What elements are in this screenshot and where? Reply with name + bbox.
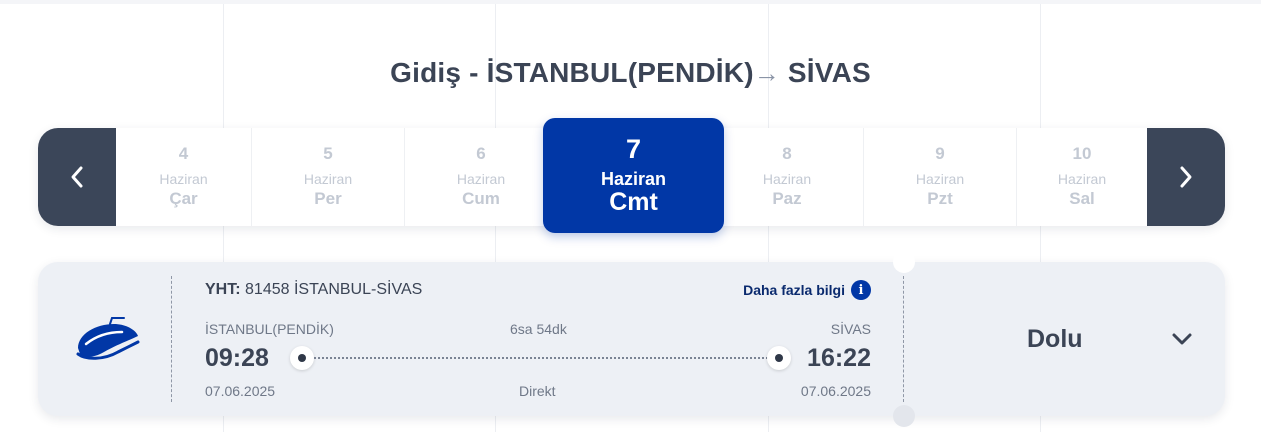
- arrival-point-icon: [767, 346, 791, 370]
- day-month: Haziran: [456, 171, 506, 187]
- date-option[interactable]: 8 Haziran Paz: [710, 128, 863, 226]
- destination-station: SİVAS: [787, 57, 871, 88]
- info-icon: i: [851, 280, 871, 300]
- date-option[interactable]: 6 Haziran Cum: [404, 128, 557, 226]
- day-number: 7: [625, 134, 642, 164]
- day-month: Haziran: [600, 169, 667, 189]
- route-arrow-icon: →: [753, 58, 780, 88]
- origin-station: İSTANBUL(PENDİK): [486, 57, 754, 88]
- day-weekday: Çar: [169, 189, 198, 208]
- ticket-notch: [893, 251, 915, 273]
- more-info-link[interactable]: Daha fazla bilgi i: [743, 280, 871, 300]
- chevron-left-icon: [71, 166, 83, 188]
- day-month: Haziran: [1057, 171, 1107, 187]
- day-number: 4: [178, 144, 189, 163]
- departure-time: 09:28: [205, 344, 269, 372]
- arrival-date: 07.06.2025: [800, 383, 871, 399]
- day-weekday: Per: [314, 189, 342, 208]
- train-type: YHT:: [205, 281, 241, 298]
- divider: [903, 276, 904, 402]
- day-month: Haziran: [303, 171, 353, 187]
- more-info-label: Daha fazla bilgi: [743, 282, 845, 298]
- departure-date: 07.06.2025: [205, 383, 276, 399]
- day-number: 9: [935, 144, 945, 163]
- next-date-button[interactable]: [1147, 128, 1225, 226]
- day-number: 6: [476, 144, 486, 163]
- direction-label: Gidiş -: [390, 57, 479, 88]
- day-month: Haziran: [762, 171, 812, 187]
- route-line: [314, 357, 780, 359]
- day-weekday: Paz: [772, 189, 802, 208]
- page-title: Gidiş - İSTANBUL(PENDİK)→ SİVAS: [0, 57, 1261, 89]
- arrival-station: SİVAS: [830, 321, 871, 337]
- date-option[interactable]: 10 Haziran Sal: [1016, 128, 1147, 226]
- prev-date-button[interactable]: [38, 128, 116, 226]
- chevron-down-icon[interactable]: [1169, 326, 1195, 352]
- date-option[interactable]: 9 Haziran Pzt: [863, 128, 1016, 226]
- trip-card[interactable]: YHT: 81458 İSTANBUL-SİVAS Daha fazla bil…: [38, 251, 1225, 427]
- divider: [171, 276, 172, 402]
- day-weekday: Sal: [1069, 189, 1095, 208]
- departure-station: İSTANBUL(PENDİK): [205, 321, 334, 337]
- high-speed-train-icon: [76, 317, 140, 360]
- day-weekday: Pzt: [927, 189, 953, 208]
- route-type: Direkt: [519, 383, 556, 399]
- date-option[interactable]: 5 Haziran Per: [251, 128, 404, 226]
- departure-point-icon: [290, 346, 314, 370]
- day-number: 10: [1072, 144, 1092, 163]
- trip-duration: 6sa 54dk: [510, 321, 567, 337]
- arrival-time: 16:22: [807, 344, 871, 372]
- ticket-notch: [893, 405, 915, 427]
- day-month: Haziran: [915, 171, 965, 187]
- day-number: 5: [323, 144, 333, 163]
- train-line: YHT: 81458 İSTANBUL-SİVAS: [205, 281, 422, 299]
- day-weekday: Cmt: [609, 188, 658, 216]
- date-option-selected[interactable]: 7 Haziran Cmt: [543, 118, 724, 233]
- day-month: Haziran: [159, 171, 208, 187]
- availability-status: Dolu: [1027, 325, 1083, 353]
- chevron-right-icon: [1180, 166, 1192, 188]
- train-number-route: 81458 İSTANBUL-SİVAS: [245, 281, 423, 298]
- day-weekday: Cum: [462, 189, 500, 208]
- date-option[interactable]: 4 Haziran Çar: [116, 128, 251, 226]
- day-number: 8: [782, 144, 792, 163]
- top-strip: [0, 0, 1261, 4]
